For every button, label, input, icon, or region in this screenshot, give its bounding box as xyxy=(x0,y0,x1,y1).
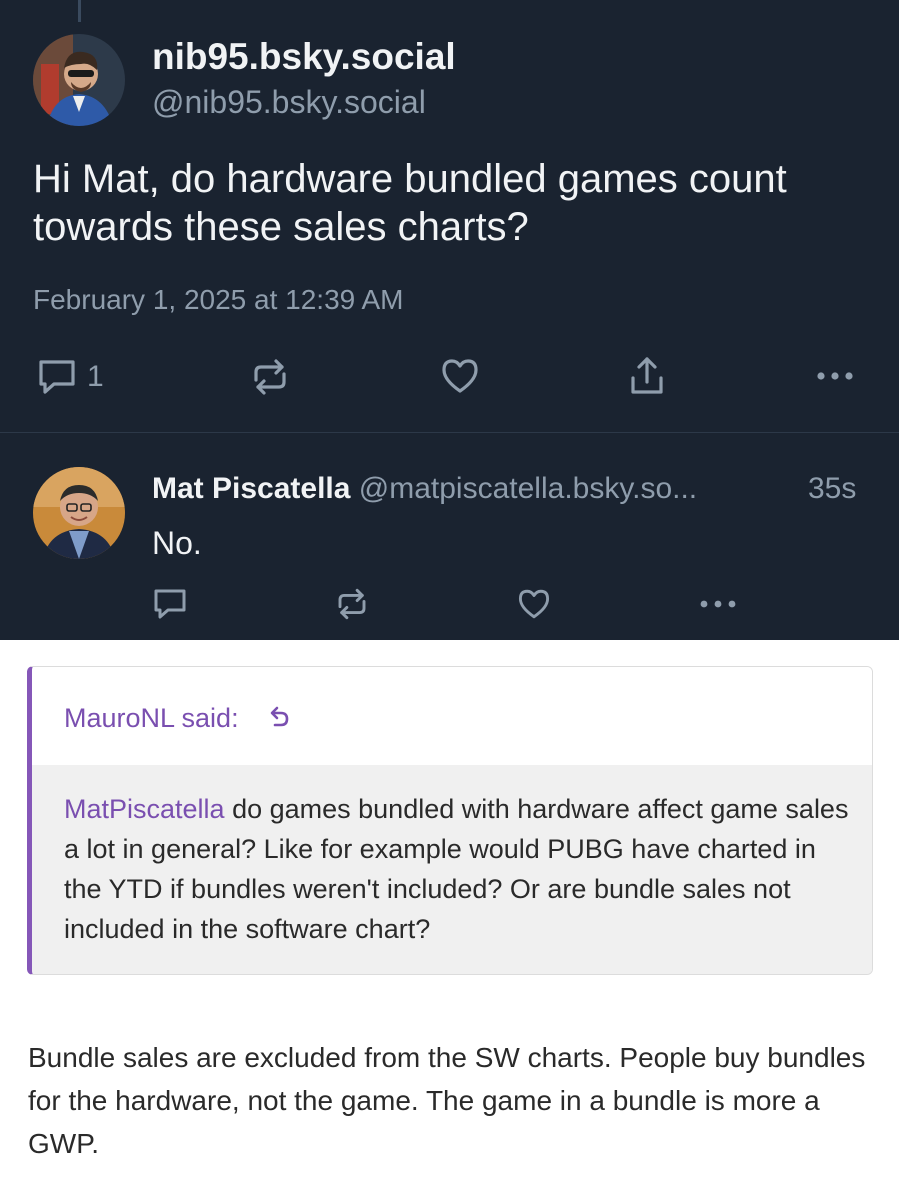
quote-text: MatPiscatella do games bundled with hard… xyxy=(64,789,854,949)
reply-icon[interactable] xyxy=(36,357,78,397)
display-name[interactable]: nib95.bsky.social xyxy=(152,36,456,78)
reply-avatar-image-icon xyxy=(33,467,125,559)
go-to-quote-icon[interactable] xyxy=(268,705,290,729)
forum-answer-text: Bundle sales are excluded from the SW ch… xyxy=(28,1042,866,1159)
repost-icon[interactable] xyxy=(333,586,371,622)
post-timestamp: February 1, 2025 at 12:39 AM xyxy=(33,284,404,315)
reply-text: No. xyxy=(152,525,202,561)
more-icon[interactable] xyxy=(697,596,739,612)
bluesky-thread: nib95.bsky.social @nib95.bsky.social Hi … xyxy=(0,0,899,640)
reply-header: Mat Piscatella @matpiscatella.bsky.so... xyxy=(152,472,697,506)
share-icon[interactable] xyxy=(627,354,667,398)
like-icon[interactable] xyxy=(516,587,552,621)
like-icon[interactable] xyxy=(439,356,481,396)
reply-time: 35s xyxy=(808,472,857,505)
quote-header: MauroNL said: xyxy=(32,667,872,765)
reply-count: 1 xyxy=(87,360,104,393)
avatar-image-icon xyxy=(33,34,125,126)
reply-display-name[interactable]: Mat Piscatella xyxy=(152,472,350,505)
reply-icon[interactable] xyxy=(152,587,188,621)
user-handle[interactable]: @nib95.bsky.social xyxy=(152,84,426,121)
quote-body: MatPiscatella do games bundled with hard… xyxy=(32,765,872,974)
user-mention[interactable]: MatPiscatella xyxy=(64,794,225,824)
more-icon[interactable] xyxy=(814,368,856,384)
post-divider xyxy=(0,432,899,433)
quote-author[interactable]: MauroNL said: xyxy=(64,703,239,734)
forum-quote: MauroNL said: MatPiscatella do games bun… xyxy=(27,666,873,975)
avatar[interactable] xyxy=(33,34,125,126)
reply-avatar[interactable] xyxy=(33,467,125,559)
reply-handle[interactable]: @matpiscatella.bsky.so... xyxy=(359,472,697,505)
thread-connector-line xyxy=(78,0,81,22)
post-text: Hi Mat, do hardware bundled games count … xyxy=(33,157,787,249)
repost-icon[interactable] xyxy=(248,356,292,398)
